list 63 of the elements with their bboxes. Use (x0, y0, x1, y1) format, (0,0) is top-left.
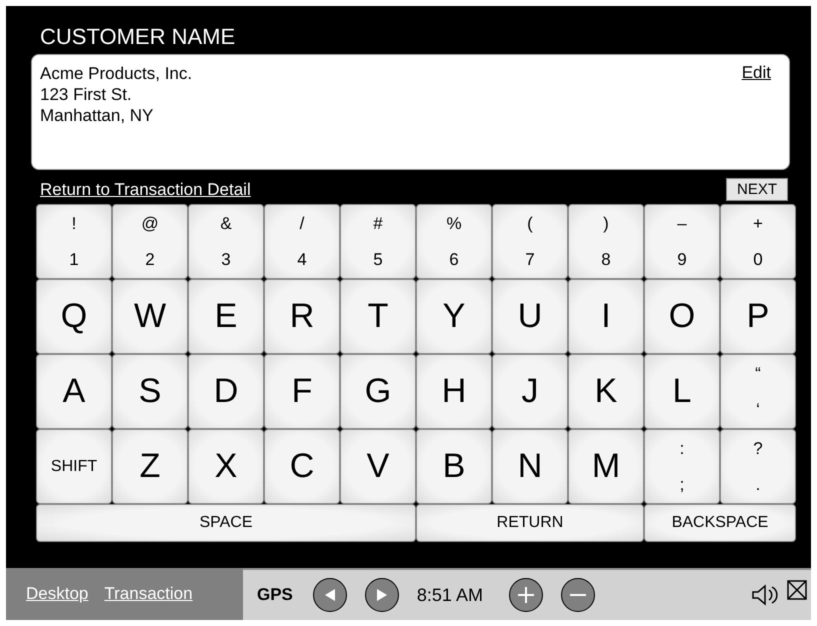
close-icon[interactable] (787, 580, 807, 600)
keyboard-key[interactable]: C (264, 429, 340, 504)
keyboard-key[interactable]: N (492, 429, 568, 504)
keyboard-key[interactable]: M (568, 429, 644, 504)
keyboard-key[interactable]: D (188, 354, 264, 429)
keyboard-key[interactable]: # 5 (340, 204, 416, 279)
keyboard-key[interactable]: K (568, 354, 644, 429)
keyboard-key[interactable]: & 3 (188, 204, 264, 279)
keyboard-key[interactable]: O (644, 279, 720, 354)
keyboard-key[interactable]: R (264, 279, 340, 354)
keyboard-key[interactable]: : ; (644, 429, 720, 504)
keyboard-key[interactable]: I (568, 279, 644, 354)
left-arrow-icon (324, 589, 335, 601)
zoom-out-button[interactable] (560, 578, 595, 612)
keyboard-key[interactable]: ) 8 (568, 204, 644, 279)
clock-time: 8:51 AM (416, 584, 483, 606)
keyboard-key[interactable]: / 4 (264, 204, 340, 279)
zoom-in-button[interactable] (508, 578, 543, 612)
keyboard-key[interactable]: % 6 (416, 204, 492, 279)
keyboard-key[interactable]: T (340, 279, 416, 354)
keyboard-key[interactable]: E (188, 279, 264, 354)
app-label: GPS (257, 585, 293, 605)
return-link[interactable]: Return to Transaction Detail (40, 180, 251, 200)
taskbar-link[interactable]: Desktop (26, 584, 88, 604)
keyboard-key[interactable]: G (340, 354, 416, 429)
keyboard-key[interactable]: Q (36, 279, 112, 354)
address-line: Manhattan, NY (40, 105, 154, 126)
keyboard-key[interactable]: SPACE (36, 504, 416, 542)
keyboard-key[interactable]: @ 2 (112, 204, 188, 279)
keyboard-key[interactable]: “ ‘ (720, 354, 796, 429)
keyboard-key[interactable]: ! 1 (36, 204, 112, 279)
keyboard-key[interactable]: RETURN (416, 504, 644, 542)
keyboard-key[interactable]: + 0 (720, 204, 796, 279)
edit-link[interactable]: Edit (742, 63, 771, 83)
minus-icon (568, 593, 587, 597)
keyboard-key[interactable]: V (340, 429, 416, 504)
keyboard-key[interactable]: L (644, 354, 720, 429)
keyboard-key[interactable]: X (188, 429, 264, 504)
address-line: Acme Products, Inc. (40, 63, 192, 84)
keyboard-key[interactable]: ( 7 (492, 204, 568, 279)
keyboard-key[interactable]: J (492, 354, 568, 429)
plus-icon (516, 586, 535, 604)
keyboard-key[interactable]: W (112, 279, 188, 354)
keyboard-key[interactable]: B (416, 429, 492, 504)
keyboard-key[interactable]: A (36, 354, 112, 429)
keyboard-key[interactable]: Y (416, 279, 492, 354)
keyboard-key[interactable]: F (264, 354, 340, 429)
taskbar-link[interactable]: Transaction (104, 584, 193, 604)
previous-button[interactable] (312, 578, 347, 612)
address-line: 123 First St. (40, 84, 133, 105)
next-arrow-button[interactable] (364, 578, 399, 612)
next-button[interactable]: NEXT (726, 178, 788, 201)
page-title: CUSTOMER NAME (39, 23, 236, 51)
keyboard-key[interactable]: Z (112, 429, 188, 504)
right-arrow-icon (376, 589, 387, 601)
keyboard-key[interactable]: ? . (720, 429, 796, 504)
keyboard-key[interactable]: S (112, 354, 188, 429)
keyboard-key[interactable]: – 9 (644, 204, 720, 279)
keyboard-key[interactable]: P (720, 279, 796, 354)
keyboard-key[interactable]: SHIFT (36, 429, 112, 504)
keyboard-key[interactable]: BACKSPACE (644, 504, 796, 542)
keyboard-key[interactable]: U (492, 279, 568, 354)
keyboard-key[interactable]: H (416, 354, 492, 429)
